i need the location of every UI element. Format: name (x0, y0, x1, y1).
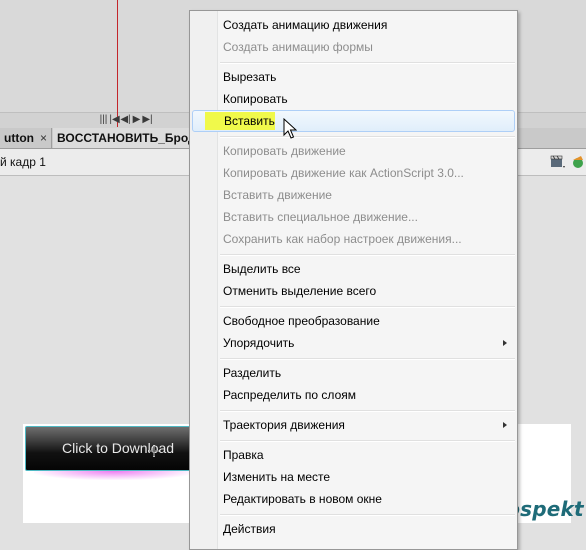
transport-controls: ||| |◀ ◀| ▶ ▶| (98, 113, 153, 126)
first-frame-icon[interactable]: |◀ (109, 113, 120, 126)
download-button-symbol[interactable]: Click to Download (25, 426, 195, 471)
menu-separator (220, 254, 515, 256)
menu-item-actions[interactable]: Действия (192, 518, 515, 540)
menu-item-edit-in-place[interactable]: Изменить на месте (192, 466, 515, 488)
menu-item-create-shape-tween: Создать анимацию формы (223, 40, 373, 54)
edit-symbol-icon[interactable] (570, 154, 586, 170)
next-frame-icon[interactable]: ▶| (142, 113, 153, 126)
scene-breadcrumb[interactable]: й кадр 1 (0, 155, 46, 169)
menu-item-paste-motion: Вставить движение (223, 188, 332, 202)
menu-separator (220, 62, 515, 64)
menu-item-edit[interactable]: Правка (192, 444, 515, 466)
menu-separator (220, 440, 515, 442)
menu-separator (220, 136, 515, 138)
center-frame-icon[interactable]: ||| (98, 113, 109, 126)
tab-close-icon[interactable]: × (40, 131, 47, 145)
menu-item-select-all[interactable]: Выделить все (192, 258, 515, 280)
context-menu: Создать анимацию движения Создать анимац… (189, 10, 518, 550)
tab-restore-document[interactable]: ВОССТАНОВИТЬ_Бродь (53, 128, 193, 148)
menu-item-cut[interactable]: Вырезать (192, 66, 515, 88)
move-cursor-icon (148, 445, 160, 457)
edit-scene-icon[interactable] (550, 154, 566, 170)
submenu-arrow-icon (503, 340, 507, 346)
menu-item-free-transform[interactable]: Свободное преобразование (192, 310, 515, 332)
menu-item-copy-motion-as3: Копировать движение как ActionScript 3.0… (223, 166, 464, 180)
menu-item-edit-in-new-window[interactable]: Редактировать в новом окне (192, 488, 515, 510)
menu-item-arrange[interactable]: Упорядочить (192, 332, 515, 354)
playhead[interactable] (117, 0, 118, 127)
menu-separator (220, 410, 515, 412)
tab-label: ВОССТАНОВИТЬ_Бродь (57, 131, 193, 145)
menu-separator (220, 306, 515, 308)
menu-item-distribute-to-layers[interactable]: Распределить по слоям (192, 384, 515, 406)
submenu-arrow-icon (503, 422, 507, 428)
menu-separator (220, 358, 515, 360)
mouse-pointer-icon (283, 118, 297, 139)
tab-label: utton (4, 131, 34, 145)
menu-item-paste-motion-special: Вставить специальное движение... (223, 210, 418, 224)
tab-button-document[interactable]: utton × (0, 128, 52, 148)
menu-item-copy-motion: Копировать движение (223, 144, 346, 158)
menu-item-save-motion-preset: Сохранить как набор настроек движения... (223, 232, 462, 246)
menu-item-paste[interactable]: Вставить (192, 110, 515, 132)
previous-frame-icon[interactable]: ◀| (120, 113, 131, 126)
menu-item-break-apart[interactable]: Разделить (192, 362, 515, 384)
menu-item-deselect-all[interactable]: Отменить выделение всего (192, 280, 515, 302)
menu-item-motion-path[interactable]: Траектория движения (192, 414, 515, 436)
menu-item-copy[interactable]: Копировать (192, 88, 515, 110)
menu-separator (220, 514, 515, 516)
play-icon[interactable]: ▶ (131, 113, 142, 126)
menu-item-create-motion-tween[interactable]: Создать анимацию движения (192, 14, 515, 36)
